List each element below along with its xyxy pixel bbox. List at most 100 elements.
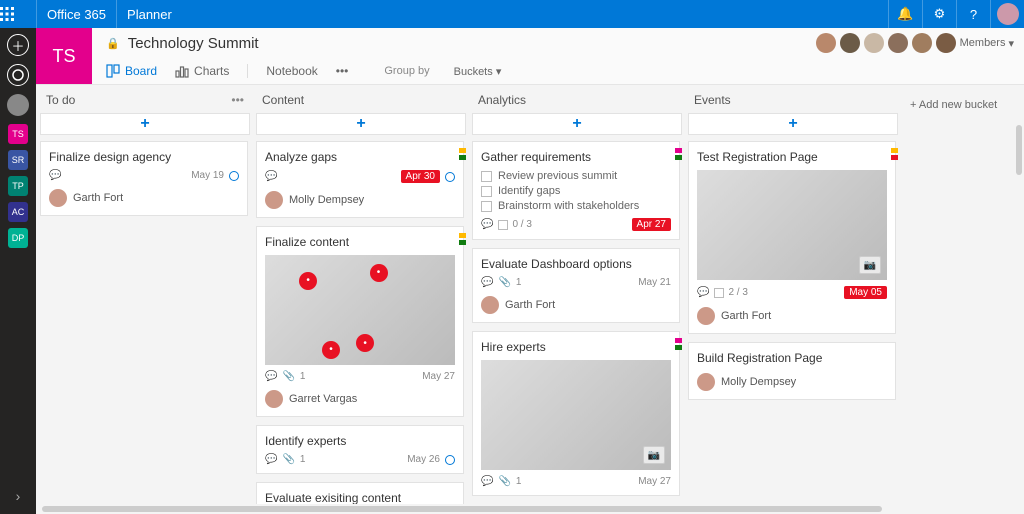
checklist-item[interactable]: Review previous summit: [481, 170, 671, 182]
category-tags: [459, 233, 466, 245]
bucket-header[interactable]: To do •••: [40, 91, 250, 113]
task-title: Evaluate Dashboard options: [481, 257, 671, 271]
member-avatar[interactable]: [816, 33, 836, 53]
bucket-header[interactable]: Content: [256, 91, 466, 113]
question-icon: ?: [970, 7, 977, 22]
board-area[interactable]: To do ••• + Finalize design agency💬May 19Ga…: [36, 85, 1024, 504]
task-card[interactable]: Gather requirementsReview previous summi…: [472, 141, 680, 240]
task-title: Evaluate exisiting content: [265, 491, 455, 504]
task-preview-image: 📷: [697, 170, 887, 280]
due-date: May 27: [638, 476, 671, 487]
new-plan-button[interactable]: ＋: [7, 34, 29, 56]
bucket-header[interactable]: Events: [688, 91, 898, 113]
task-assignee[interactable]: Molly Dempsey: [697, 373, 887, 391]
progress-icon: [445, 455, 455, 465]
plan-tile[interactable]: TS: [36, 28, 92, 84]
task-preview-image: ••••: [265, 255, 455, 365]
category-tags: [675, 338, 682, 350]
camera-icon: 📷: [643, 446, 665, 464]
task-assignee[interactable]: Garth Fort: [697, 307, 887, 325]
expand-rail-button[interactable]: ›: [16, 488, 21, 504]
task-card[interactable]: Evaluate Dashboard options💬📎1May 21Garth…: [472, 248, 680, 323]
checklist-item[interactable]: Identify gaps: [481, 185, 671, 197]
rail-plan-tile[interactable]: SR: [8, 150, 28, 170]
groupby-dropdown[interactable]: Buckets ▾: [454, 65, 516, 78]
account-button[interactable]: [990, 0, 1024, 28]
task-card[interactable]: Test Registration Page📷💬2 / 3May 05Garth…: [688, 141, 896, 334]
task-title: Build Registration Page: [697, 351, 887, 365]
task-meta: 💬Apr 30: [265, 170, 455, 183]
members-dropdown[interactable]: Members ▾: [960, 37, 1014, 50]
image-pin-icon: •: [370, 264, 388, 282]
member-avatar[interactable]: [936, 33, 956, 53]
task-card[interactable]: Identify experts💬📎1May 26: [256, 425, 464, 474]
notifications-button[interactable]: 🔔: [888, 0, 922, 28]
help-button[interactable]: ?: [956, 0, 990, 28]
board-tab[interactable]: Board: [106, 64, 157, 78]
checkbox-icon: [481, 171, 492, 182]
task-meta: 💬2 / 3May 05: [697, 286, 887, 299]
card-list: Finalize design agency💬May 19Garth Fort: [40, 141, 250, 504]
member-avatar[interactable]: [888, 33, 908, 53]
my-tasks-button[interactable]: [7, 94, 29, 116]
attachment-icon: 📎: [282, 454, 294, 465]
task-assignee[interactable]: Molly Dempsey: [265, 191, 455, 209]
task-card[interactable]: Finalize design agency💬May 19Garth Fort: [40, 141, 248, 216]
attachment-count: 1: [516, 277, 522, 288]
vertical-scrollbar[interactable]: [1016, 125, 1022, 175]
assignee-name: Molly Dempsey: [289, 194, 364, 206]
notebook-tab[interactable]: Notebook: [266, 64, 317, 78]
due-date-overdue: May 05: [844, 286, 887, 299]
task-assignee[interactable]: Garret Vargas: [265, 390, 455, 408]
planner-hub-button[interactable]: [7, 64, 29, 86]
bell-icon: 🔔: [897, 6, 913, 22]
checklist-item[interactable]: Brainstorm with stakeholders: [481, 200, 671, 212]
task-preview-image: 📷: [481, 360, 671, 470]
task-assignee[interactable]: Garth Fort: [481, 296, 671, 314]
task-assignee[interactable]: Garth Fort: [49, 189, 239, 207]
plan-header: TS 🔒 Technology Summit Members ▾: [36, 28, 1024, 85]
add-bucket-button[interactable]: + Add new bucket: [904, 91, 1020, 504]
horizontal-scrollbar[interactable]: [42, 506, 882, 512]
task-card[interactable]: Evaluate exisiting content: [256, 482, 464, 504]
task-meta: 💬📎1May 21: [481, 277, 671, 288]
due-date: May 21: [638, 277, 671, 288]
rail-plan-tile[interactable]: TS: [8, 124, 28, 144]
task-card[interactable]: Build Registration Page Molly Dempsey: [688, 342, 896, 400]
add-task-button[interactable]: +: [688, 113, 898, 135]
comment-icon: 💬: [49, 170, 61, 181]
app-launcher[interactable]: [0, 7, 36, 21]
settings-button[interactable]: ⚙: [922, 0, 956, 28]
add-task-button[interactable]: +: [40, 113, 250, 135]
card-list: Test Registration Page📷💬2 / 3May 05Garth…: [688, 141, 898, 504]
bucket-menu[interactable]: •••: [231, 93, 244, 107]
task-meta: 💬📎1May 27: [481, 476, 671, 487]
bucket-title: To do: [46, 93, 75, 107]
member-avatar[interactable]: [912, 33, 932, 53]
progress-icon: [229, 171, 239, 181]
category-tags: [675, 148, 682, 160]
assignee-name: Garth Fort: [73, 192, 123, 204]
rail-plan-tile[interactable]: DP: [8, 228, 28, 248]
task-card[interactable]: Hire experts 📷 💬📎1May 27: [472, 331, 680, 496]
brand-label[interactable]: Office 365: [36, 0, 116, 28]
member-avatar[interactable]: [840, 33, 860, 53]
task-card[interactable]: Analyze gaps💬Apr 30Molly Dempsey: [256, 141, 464, 218]
category-tags: [459, 148, 466, 160]
rail-plan-tile[interactable]: TP: [8, 176, 28, 196]
task-card[interactable]: Finalize content••••💬📎1May 27Garret Varg…: [256, 226, 464, 417]
charts-tab[interactable]: Charts: [175, 64, 229, 78]
add-task-button[interactable]: +: [472, 113, 682, 135]
member-avatar[interactable]: [864, 33, 884, 53]
horizontal-scroll-track[interactable]: [36, 504, 1024, 514]
app-label[interactable]: Planner: [116, 0, 182, 28]
task-title: Hire experts: [481, 340, 671, 354]
more-actions[interactable]: •••: [336, 64, 349, 78]
add-task-button[interactable]: +: [256, 113, 466, 135]
assignee-name: Garret Vargas: [289, 393, 357, 405]
bucket-header[interactable]: Analytics: [472, 91, 682, 113]
plan-title[interactable]: Technology Summit: [128, 35, 259, 52]
rail-plan-tile[interactable]: AC: [8, 202, 28, 222]
task-title: Finalize content: [265, 235, 455, 249]
gear-icon: ⚙: [934, 6, 946, 22]
